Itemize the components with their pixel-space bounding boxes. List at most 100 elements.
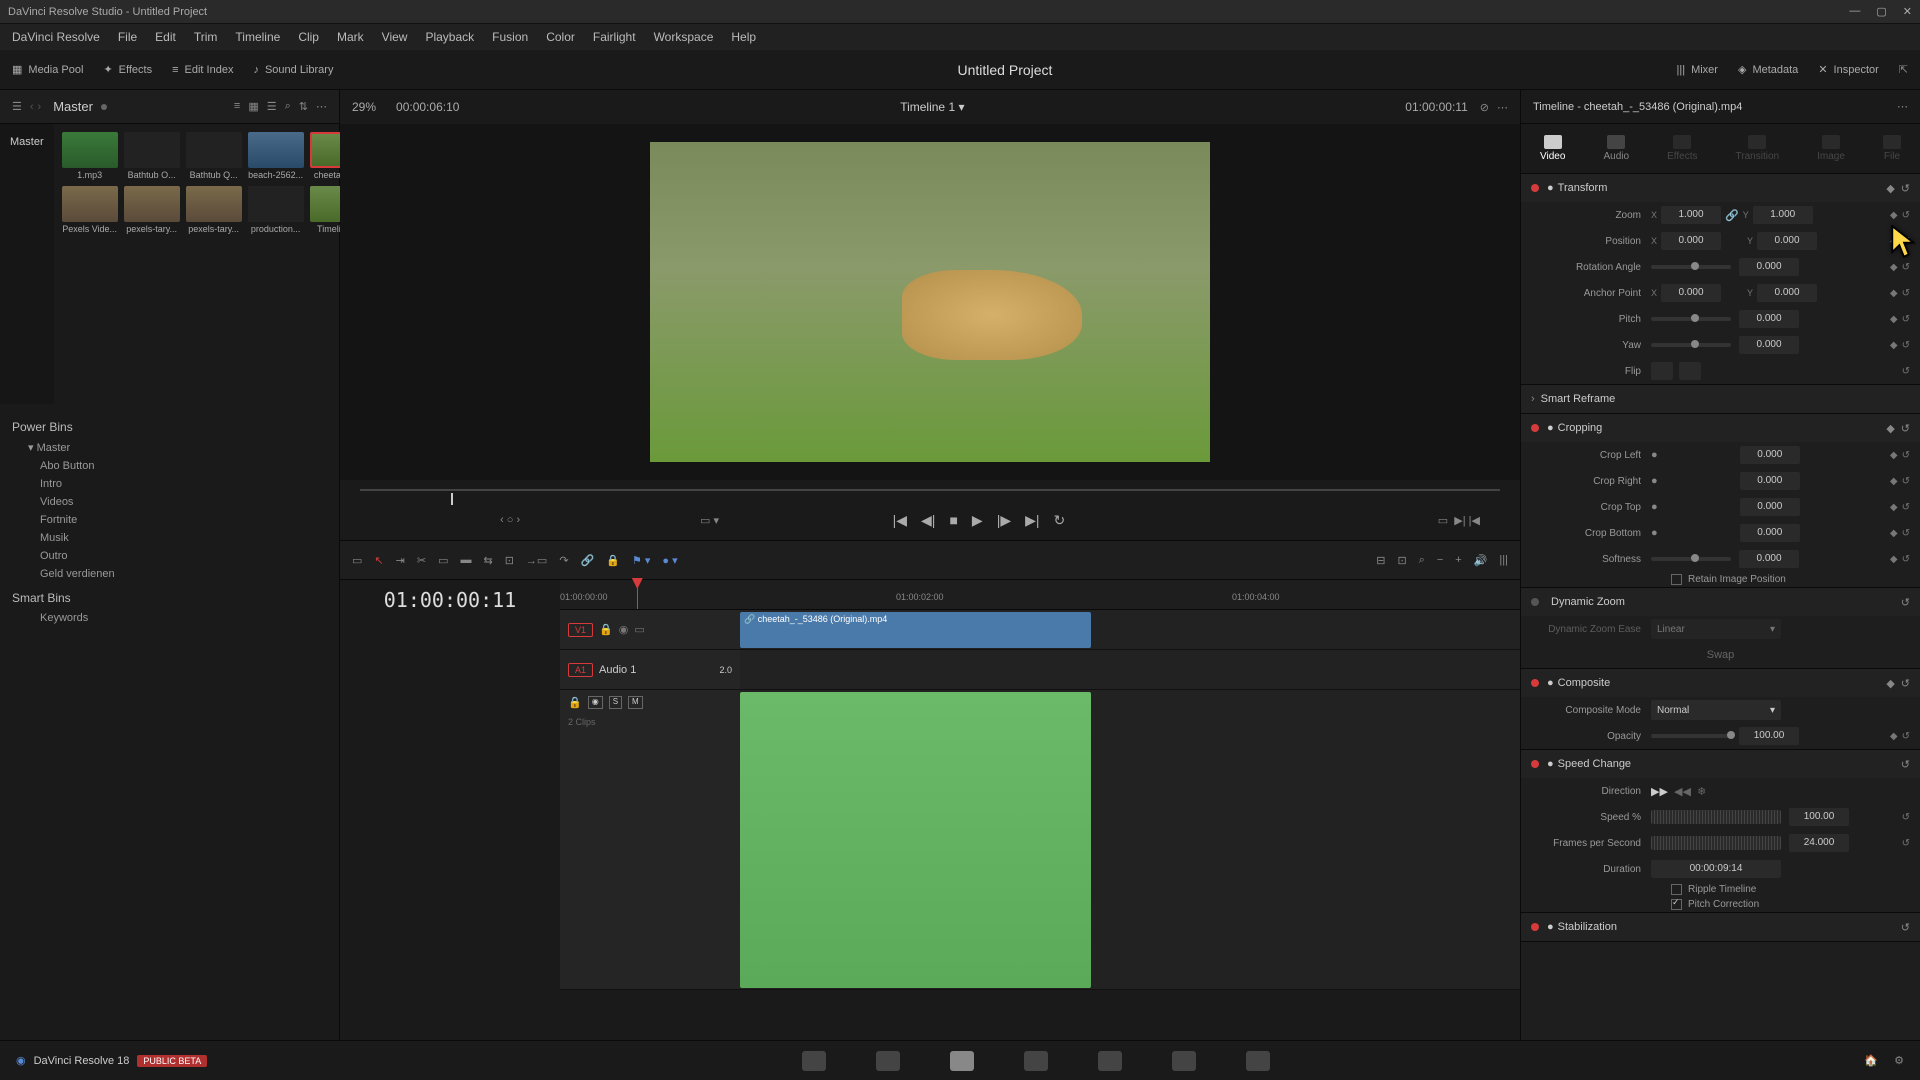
smart-reframe-header[interactable]: ›Smart Reframe: [1521, 385, 1920, 413]
bin-item[interactable]: Intro: [28, 475, 327, 493]
fps-input[interactable]: 24.000: [1789, 834, 1849, 852]
tab-image[interactable]: Image: [1817, 135, 1845, 162]
retain-checkbox[interactable]: [1671, 574, 1682, 585]
bin-item[interactable]: Outro: [28, 547, 327, 565]
next-edit-icon[interactable]: ›: [516, 514, 520, 526]
menu-item[interactable]: Color: [546, 30, 575, 44]
viewer-mode-icon[interactable]: ▭ ▾: [700, 514, 719, 527]
direction-fwd-icon[interactable]: ▶▶: [1651, 785, 1668, 798]
yaw-slider[interactable]: [1651, 343, 1731, 347]
menu-item[interactable]: Trim: [194, 30, 218, 44]
menu-item[interactable]: Workspace: [654, 30, 714, 44]
keyframe-icon[interactable]: ◆: [1890, 731, 1898, 742]
pos-x-input[interactable]: 0.000: [1661, 232, 1721, 250]
reset-icon[interactable]: ↺: [1902, 340, 1910, 351]
track-auto-icon[interactable]: ◉: [619, 623, 629, 636]
first-frame-button[interactable]: |◀: [893, 512, 907, 529]
reset-icon[interactable]: ↺: [1901, 596, 1910, 609]
cut-page-icon[interactable]: [876, 1051, 900, 1071]
media-thumb[interactable]: Bathtub Q...: [186, 132, 242, 180]
direction-rev-icon[interactable]: ◀◀: [1674, 785, 1691, 798]
fit-icon[interactable]: ⊡: [505, 554, 514, 567]
sound-library-button[interactable]: ♪ Sound Library: [253, 64, 333, 76]
tree-master[interactable]: Master: [8, 132, 46, 152]
track-tag-v1[interactable]: V1: [568, 623, 593, 637]
loop-button[interactable]: ↻: [1054, 512, 1066, 529]
loop-range-icon[interactable]: ○: [507, 514, 514, 526]
reset-icon[interactable]: ↺: [1902, 450, 1910, 461]
reset-icon[interactable]: ↺: [1902, 262, 1910, 273]
menu-item[interactable]: Fusion: [492, 30, 528, 44]
track-tag-a1[interactable]: A1: [568, 663, 593, 677]
track-arm-icon[interactable]: ◉: [588, 696, 603, 709]
edit-index-button[interactable]: ≡ Edit Index: [172, 64, 233, 76]
search-icon[interactable]: ⌕: [285, 100, 291, 113]
flip-v-button[interactable]: [1679, 362, 1701, 380]
zoom-y-input[interactable]: 1.000: [1753, 206, 1813, 224]
append-icon[interactable]: →▭: [526, 554, 547, 567]
inspector-button[interactable]: ✕ Inspector: [1818, 63, 1878, 76]
reset-icon[interactable]: ↺: [1901, 422, 1910, 435]
ripple-icon[interactable]: ↷: [559, 554, 568, 567]
swap-button[interactable]: Swap: [1707, 649, 1735, 661]
blade-tool-icon[interactable]: ✂: [417, 554, 426, 567]
anchor-x-input[interactable]: 0.000: [1661, 284, 1721, 302]
flag-icon[interactable]: ⚑ ▾: [632, 554, 650, 567]
duration-input[interactable]: 00:00:09:14: [1651, 860, 1781, 878]
lock-icon[interactable]: 🔒: [606, 554, 620, 567]
track-lock-icon[interactable]: 🔒: [599, 623, 613, 636]
speed-input[interactable]: 100.00: [1789, 808, 1849, 826]
media-thumb[interactable]: 1.mp3: [62, 132, 118, 180]
timeline-view-icon[interactable]: ▭: [352, 554, 362, 567]
menu-item[interactable]: View: [382, 30, 408, 44]
media-thumb[interactable]: Bathtub O...: [124, 132, 180, 180]
rotation-slider[interactable]: [1651, 265, 1731, 269]
zoom-x-input[interactable]: 1.000: [1661, 206, 1721, 224]
bin-item[interactable]: Musik: [28, 529, 327, 547]
pos-y-input[interactable]: 0.000: [1757, 232, 1817, 250]
zoom-fit-icon[interactable]: ⊡: [1397, 554, 1406, 567]
settings-icon[interactable]: ⚙: [1894, 1054, 1904, 1067]
nav-back-icon[interactable]: ‹: [30, 101, 34, 113]
view-grid-icon[interactable]: ▦: [248, 100, 258, 113]
keyframe-icon[interactable]: ◆: [1890, 210, 1898, 221]
menu-item[interactable]: Edit: [155, 30, 176, 44]
play-button[interactable]: ▶: [972, 512, 983, 529]
menu-item[interactable]: File: [118, 30, 137, 44]
opacity-slider[interactable]: [1651, 734, 1731, 738]
menu-item[interactable]: Fairlight: [593, 30, 636, 44]
nav-fwd-icon[interactable]: ›: [38, 101, 42, 113]
deliver-page-icon[interactable]: [1246, 1051, 1270, 1071]
reset-icon[interactable]: ↺: [1901, 677, 1910, 690]
media-thumb[interactable]: beach-2562...: [248, 132, 304, 180]
keyframe-icon[interactable]: ◆: [1890, 450, 1898, 461]
keyframe-icon[interactable]: ◆: [1890, 262, 1898, 273]
reset-icon[interactable]: ↺: [1902, 366, 1910, 377]
opacity-input[interactable]: 100.00: [1739, 727, 1799, 745]
trim-tool-icon[interactable]: ⇥: [396, 554, 405, 567]
reset-icon[interactable]: ↺: [1902, 812, 1910, 823]
stabilization-header[interactable]: ● Stabilization↺: [1521, 913, 1920, 941]
tab-file[interactable]: File: [1883, 135, 1901, 162]
audio-clip[interactable]: [740, 692, 1091, 988]
crop-bottom-input[interactable]: 0.000: [1740, 524, 1800, 542]
metadata-button[interactable]: ◈ Metadata: [1738, 63, 1798, 76]
tab-transition[interactable]: Transition: [1736, 135, 1780, 162]
bin-item[interactable]: Geld verdienen: [28, 565, 327, 583]
direction-freeze-icon[interactable]: ❄: [1697, 785, 1706, 798]
ripple-checkbox[interactable]: [1671, 884, 1682, 895]
color-page-icon[interactable]: [1098, 1051, 1122, 1071]
composite-mode-select[interactable]: Normal▾: [1651, 700, 1781, 720]
menu-item[interactable]: Playback: [425, 30, 474, 44]
zoom-minus-icon[interactable]: −: [1437, 554, 1443, 566]
viewer[interactable]: [340, 124, 1520, 480]
stop-button[interactable]: ■: [949, 512, 957, 528]
flip-h-button[interactable]: [1651, 362, 1673, 380]
keyframe-icon[interactable]: ◆: [1890, 288, 1898, 299]
scrubber[interactable]: [340, 480, 1520, 500]
timecode-display[interactable]: 01:00:00:11: [384, 588, 516, 612]
viewer-more-icon[interactable]: ⋯: [1497, 101, 1508, 114]
media-thumb[interactable]: production...: [248, 186, 304, 234]
reset-icon[interactable]: ↺: [1902, 838, 1910, 849]
bypass-icon[interactable]: ⊘: [1480, 101, 1489, 114]
